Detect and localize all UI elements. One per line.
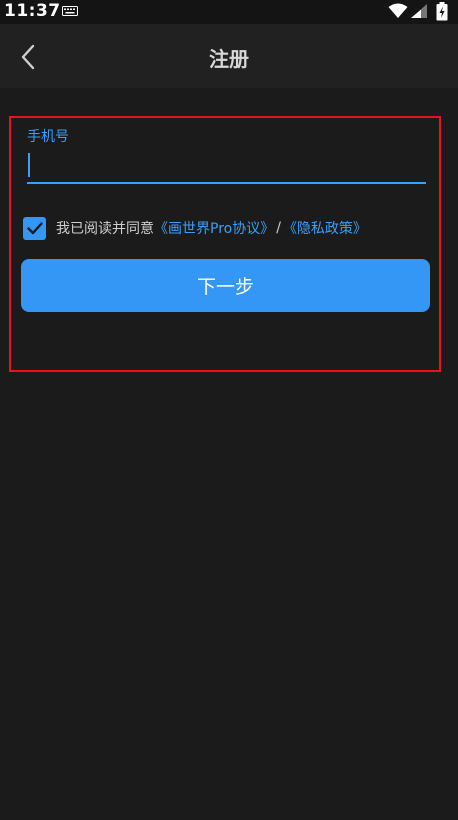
- signal-icon: [411, 4, 427, 18]
- status-time: 11:37: [4, 1, 61, 21]
- next-step-button[interactable]: 下一步: [21, 259, 430, 312]
- phone-input[interactable]: [27, 148, 426, 184]
- status-bar: 11:37: [0, 0, 458, 24]
- agree-checkbox[interactable]: [23, 216, 46, 240]
- agreement-link[interactable]: 《画世界Pro协议》: [154, 218, 274, 238]
- agreement-row: 我已阅读并同意 《画世界Pro协议》 / 《隐私政策》: [23, 216, 367, 240]
- privacy-policy-link[interactable]: 《隐私政策》: [283, 218, 367, 238]
- register-form: 手机号 我已阅读并同意 《画世界Pro协议》 / 《隐私政策》 下一步: [9, 116, 441, 372]
- text-caret: [28, 153, 30, 177]
- wifi-icon: [388, 3, 408, 18]
- agreement-prefix: 我已阅读并同意: [56, 221, 154, 237]
- checkmark-icon: [26, 221, 43, 234]
- battery-icon: [436, 2, 448, 21]
- link-separator: /: [276, 220, 281, 236]
- keyboard-icon: [62, 6, 78, 16]
- phone-label: 手机号: [27, 129, 69, 145]
- page-title: 注册: [209, 47, 249, 71]
- app-bar: 注册: [0, 24, 458, 88]
